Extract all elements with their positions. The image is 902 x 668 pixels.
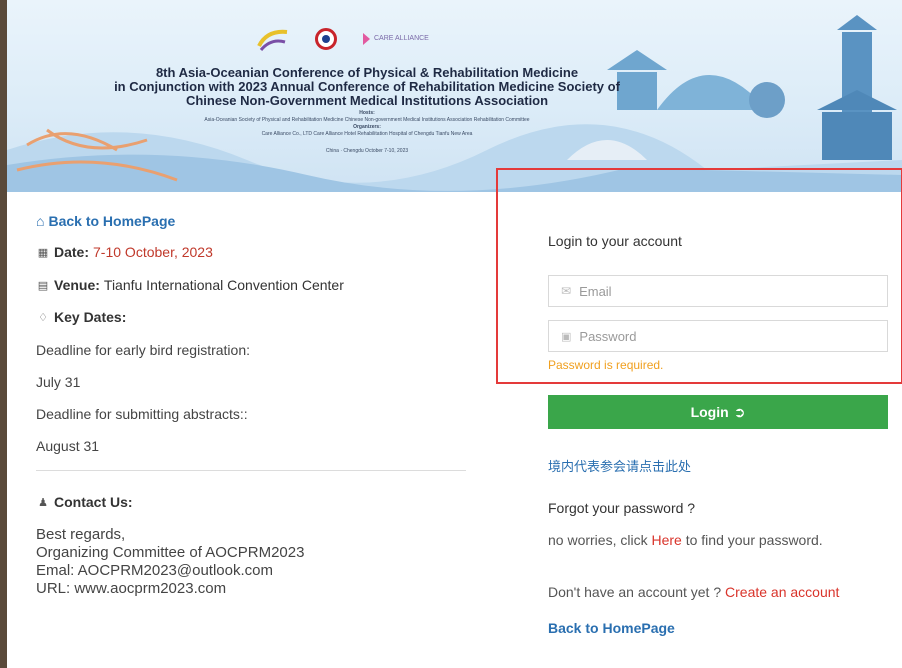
abstracts-date: August 31 [36,438,100,454]
back-home-label: Back to HomePage [48,213,176,229]
signup-prompt: Don't have an account yet ? Create an ac… [548,584,839,600]
event-venue: ▤ Venue: Tianfu International Convention… [36,277,344,293]
contact-info: Best regards, Organizing Committee of AO… [36,526,304,598]
hosts-text: Asia-Oceanian Society of Physical and Re… [204,117,530,123]
password-input[interactable] [579,328,870,344]
banner-title-line-3: Chinese Non-Government Medical Instituti… [185,93,549,108]
key-dates-heading: ♢ Key Dates: [36,309,126,325]
venue-value: Tianfu International Convention Center [103,277,344,293]
location-date: China · Chengdu October 7-10, 2023 [325,148,409,154]
password-error-message: Password is required. [548,358,664,372]
home-icon: ⌂ [36,213,45,229]
email-input[interactable] [579,283,870,299]
contact-heading: ♟ Contact Us: [36,494,133,510]
calendar-icon: ▦ [37,246,49,259]
email-field-wrapper[interactable]: ✉ [548,275,888,307]
lock-icon: ▣ [561,330,572,343]
hosts-label: Hosts: [359,110,375,116]
domestic-registration-link[interactable]: 境内代表参会请点击此处 [548,456,691,475]
bell-icon: ♢ [38,311,48,324]
banner-title-line-2: in Conjunction with 2023 Annual Conferen… [114,79,620,94]
user-icon: ♟ [38,496,48,509]
society-seal-icon [315,28,337,50]
arrow-circle-right-icon: ➲ [733,403,746,420]
conference-logo-icon [257,29,288,51]
contact-line-4: URL: www.aocprm2023.com [36,580,227,597]
contact-line-3: Emal: AOCPRM2023@outlook.com [36,562,273,579]
envelope-icon: ✉ [561,284,572,298]
date-value: 7-10 October, 2023 [93,244,213,260]
back-to-homepage-link-bottom[interactable]: Back to HomePage [548,620,675,636]
early-bird-label: Deadline for early bird registration: [36,342,250,358]
forgot-post-text: to find your password. [681,532,823,548]
contact-line-2: Organizing Committee of AOCPRM2023 [36,544,305,561]
care-alliance-logo: CARE ALLIANCE [363,33,429,45]
banner-title-line-1: 8th Asia-Oceanian Conference of Physical… [155,65,579,80]
window-left-edge [0,0,7,668]
banner-title-block: 8th Asia-Oceanian Conference of Physical… [57,66,677,155]
early-bird-date: July 31 [36,374,81,390]
date-label: Date: [54,244,90,260]
event-date: ▦ Date: 7-10 October, 2023 [36,244,213,260]
venue-label: Venue: [54,277,100,293]
login-button-label: Login [690,404,729,420]
key-dates-label: Key Dates: [54,309,127,325]
login-button[interactable]: Login ➲ [548,395,888,429]
no-account-text: Don't have an account yet ? [548,584,726,600]
conference-banner: CARE ALLIANCE 8th Asia-Oceanian Conferen… [7,0,902,192]
contact-label: Contact Us: [54,494,133,510]
login-title: Login to your account [548,233,682,249]
forgot-password-title: Forgot your password ? [548,500,696,516]
organizers-text: Care Alliance Co., LTD Care Alliance Hot… [261,131,473,137]
forgot-password-text: no worries, click Here to find your pass… [548,532,823,548]
building-icon: ▤ [37,279,49,292]
forgot-pre-text: no worries, click [548,532,652,548]
organizers-label: Organizers: [353,124,381,130]
create-account-link[interactable]: Create an account [725,584,839,600]
section-divider [36,470,466,471]
forgot-password-link[interactable]: Here [651,532,681,548]
password-field-wrapper[interactable]: ▣ [548,320,888,352]
abstracts-label: Deadline for submitting abstracts:: [36,406,248,422]
contact-line-1: Best regards, [36,526,126,543]
back-to-homepage-link[interactable]: ⌂ Back to HomePage [36,213,175,229]
